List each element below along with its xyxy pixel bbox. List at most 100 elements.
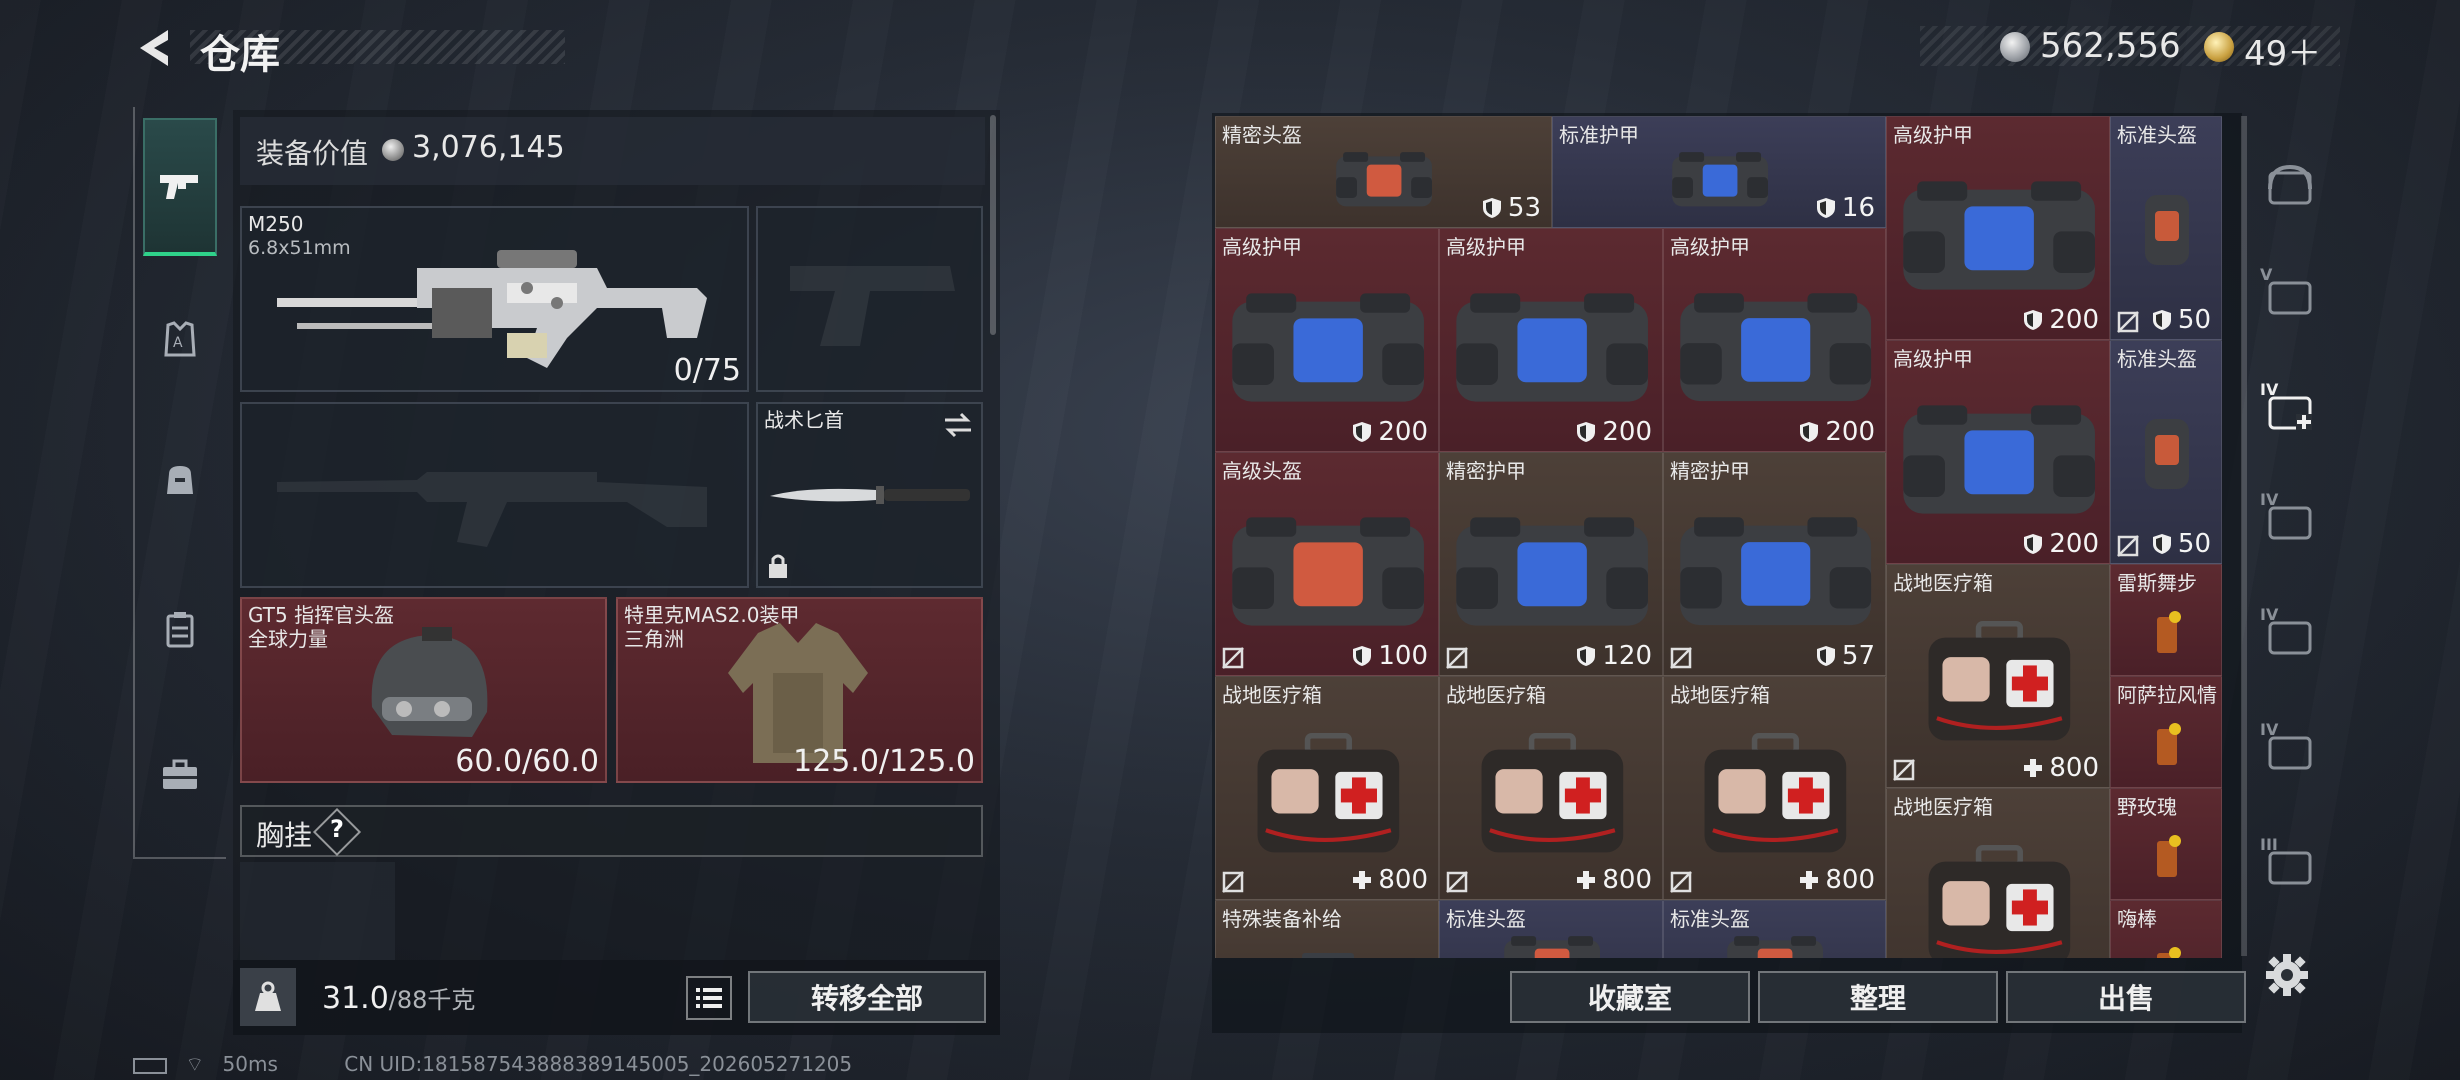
storage-item-value-text: 800 [2049, 753, 2099, 783]
secondary-weapon-slot[interactable] [240, 402, 749, 588]
helmet-box-icon [1232, 516, 1424, 626]
storage-item[interactable]: 标准护甲 16 [1552, 116, 1886, 228]
storage-item[interactable]: 嗨棒 [2110, 900, 2222, 958]
storage-item-name: 特殊装备补给 [1222, 907, 1342, 931]
nav-rig[interactable] [143, 580, 217, 680]
storage-item-value: 200 [1352, 417, 1428, 447]
storage-item[interactable]: 高级护甲 200 [1215, 228, 1439, 452]
ping-value: 50ms [222, 1052, 278, 1076]
nav-case[interactable] [143, 725, 217, 825]
storage-item[interactable]: 雷斯舞步 [2110, 564, 2222, 676]
pistol-icon [160, 175, 198, 199]
storage-item-value-text: 200 [2049, 305, 2099, 335]
helmet-box-icon [1336, 151, 1433, 207]
gear-icon[interactable] [2262, 950, 2312, 1000]
heal-plus-icon [1577, 871, 1596, 889]
storage-item-name: 高级护甲 [1893, 347, 1973, 371]
storage-item-name: 战地医疗箱 [1670, 683, 1770, 707]
no-mark-icon [1670, 871, 1692, 893]
storage-item-value-text: 57 [1841, 641, 1875, 671]
transfer-all-button[interactable]: 转移全部 [748, 971, 986, 1023]
helmet-box-icon [1727, 935, 1824, 958]
storage-item-name: 标准头盔 [1670, 907, 1750, 931]
no-mark-icon [1446, 871, 1468, 893]
storage-item-value: 200 [2023, 529, 2099, 559]
shield-icon [2152, 534, 2171, 554]
armor-slot[interactable]: 特里克MAS2.0装甲 三角洲 125.0/125.0 [616, 597, 983, 783]
storage-item-value-text: 800 [1825, 865, 1875, 895]
storage-item-name: 野玫瑰 [2117, 795, 2177, 819]
storage-page-tab[interactable]: IV [2260, 380, 2320, 440]
primary-weapon-slot[interactable]: M250 6.8x51mm 0/75 [240, 206, 749, 392]
swap-icon[interactable] [943, 412, 973, 438]
storage-page-tab[interactable]: IV [2260, 605, 2320, 665]
back-arrow-icon[interactable] [132, 24, 176, 72]
storage-item[interactable]: 阿萨拉风情 [2110, 676, 2222, 788]
nav-weapons[interactable] [143, 118, 217, 256]
list-view-button[interactable] [686, 976, 732, 1020]
nav-backpack[interactable] [143, 430, 217, 530]
storage-item-value: 16 [1816, 193, 1875, 223]
storage-item[interactable]: 精密护甲 57 [1663, 452, 1886, 676]
storage-item[interactable]: 标准头盔 50 [2110, 340, 2222, 564]
storage-item[interactable]: 标准头盔 50 [2110, 116, 2222, 340]
pistol-slot[interactable] [756, 206, 983, 392]
shield-icon [1800, 422, 1819, 442]
armor-box-icon [1903, 404, 2095, 514]
storage-item[interactable]: 高级护甲 200 [1886, 116, 2110, 340]
storage-item[interactable]: 标准头盔 [1439, 900, 1663, 958]
no-mark-icon [1222, 647, 1244, 669]
equipment-scrollbar[interactable] [990, 115, 996, 335]
chest-rig-slot[interactable] [240, 862, 395, 960]
equipment-value: 3,076,145 [412, 130, 565, 165]
shield-icon [1816, 646, 1835, 666]
storage-item[interactable]: 高级头盔 100 [1215, 452, 1439, 676]
helmet-slot[interactable]: GT5 指挥官头盔 全球力量 60.0/60.0 [240, 597, 607, 783]
organize-button[interactable]: 整理 [1758, 971, 1998, 1023]
chest-rig-icon [166, 612, 194, 648]
storage-item[interactable]: 高级护甲 200 [1439, 228, 1663, 452]
storage-item[interactable]: 野玫瑰 [2110, 788, 2222, 900]
list-icon [696, 988, 722, 1008]
storage-page-tab[interactable]: IV [2260, 720, 2320, 780]
storage-item-value: 800 [2023, 753, 2099, 783]
storage-item[interactable]: 战地医疗箱 800 [1439, 676, 1663, 900]
storage-page-tab[interactable]: V [2260, 265, 2320, 325]
storage-item[interactable]: 精密护甲 120 [1439, 452, 1663, 676]
shield-icon [1353, 422, 1372, 442]
storage-page-tab[interactable]: IV [2260, 490, 2320, 550]
storage-item[interactable]: 高级护甲 200 [1663, 228, 1886, 452]
storage-item[interactable]: 战地医疗箱 800 [1215, 676, 1439, 900]
storage-item-value-text: 800 [1378, 865, 1428, 895]
storage-item-name: 标准护甲 [1559, 123, 1639, 147]
armor-box-icon [1456, 292, 1648, 402]
storage-item[interactable]: 标准头盔 [1663, 900, 1886, 958]
knife-slot[interactable]: 战术匕首 [756, 402, 983, 588]
collection-button[interactable]: 收藏室 [1510, 971, 1750, 1023]
nav-helmet-armor[interactable]: A [143, 290, 217, 390]
storage-item[interactable]: 战地医疗箱 [1886, 788, 2110, 958]
storage-item[interactable]: 高级护甲 200 [1886, 340, 2110, 564]
storage-scrollbar[interactable] [2241, 116, 2247, 956]
storage-item[interactable]: 战地医疗箱 800 [1663, 676, 1886, 900]
storage-item-name: 标准头盔 [2117, 347, 2197, 371]
storage-item-value: 800 [1352, 865, 1428, 895]
storage-item-name: 精密护甲 [1670, 459, 1750, 483]
storage-item-name: 标准头盔 [1446, 907, 1526, 931]
storage-page-tab[interactable] [2260, 155, 2320, 215]
storage-item-name: 战地医疗箱 [1222, 683, 1322, 707]
silver-coin-icon [2000, 32, 2030, 62]
gold-amount[interactable]: 49＋ [2244, 26, 2321, 75]
battery-icon [133, 1057, 167, 1074]
storage-page-tab[interactable]: III [2260, 835, 2320, 895]
lock-icon [769, 554, 787, 578]
storage-item[interactable]: 特殊装备补给 [1215, 900, 1439, 958]
storage-item[interactable]: 精密头盔 53 [1215, 116, 1552, 228]
shield-icon [2024, 310, 2043, 330]
heal-plus-icon [1353, 871, 1372, 889]
storage-item-name: 战地医疗箱 [1446, 683, 1546, 707]
helmet-box-icon [1504, 935, 1600, 958]
storage-item[interactable]: 战地医疗箱 800 [1886, 564, 2110, 788]
sell-button[interactable]: 出售 [2006, 971, 2246, 1023]
help-question-mark: ? [330, 815, 344, 843]
